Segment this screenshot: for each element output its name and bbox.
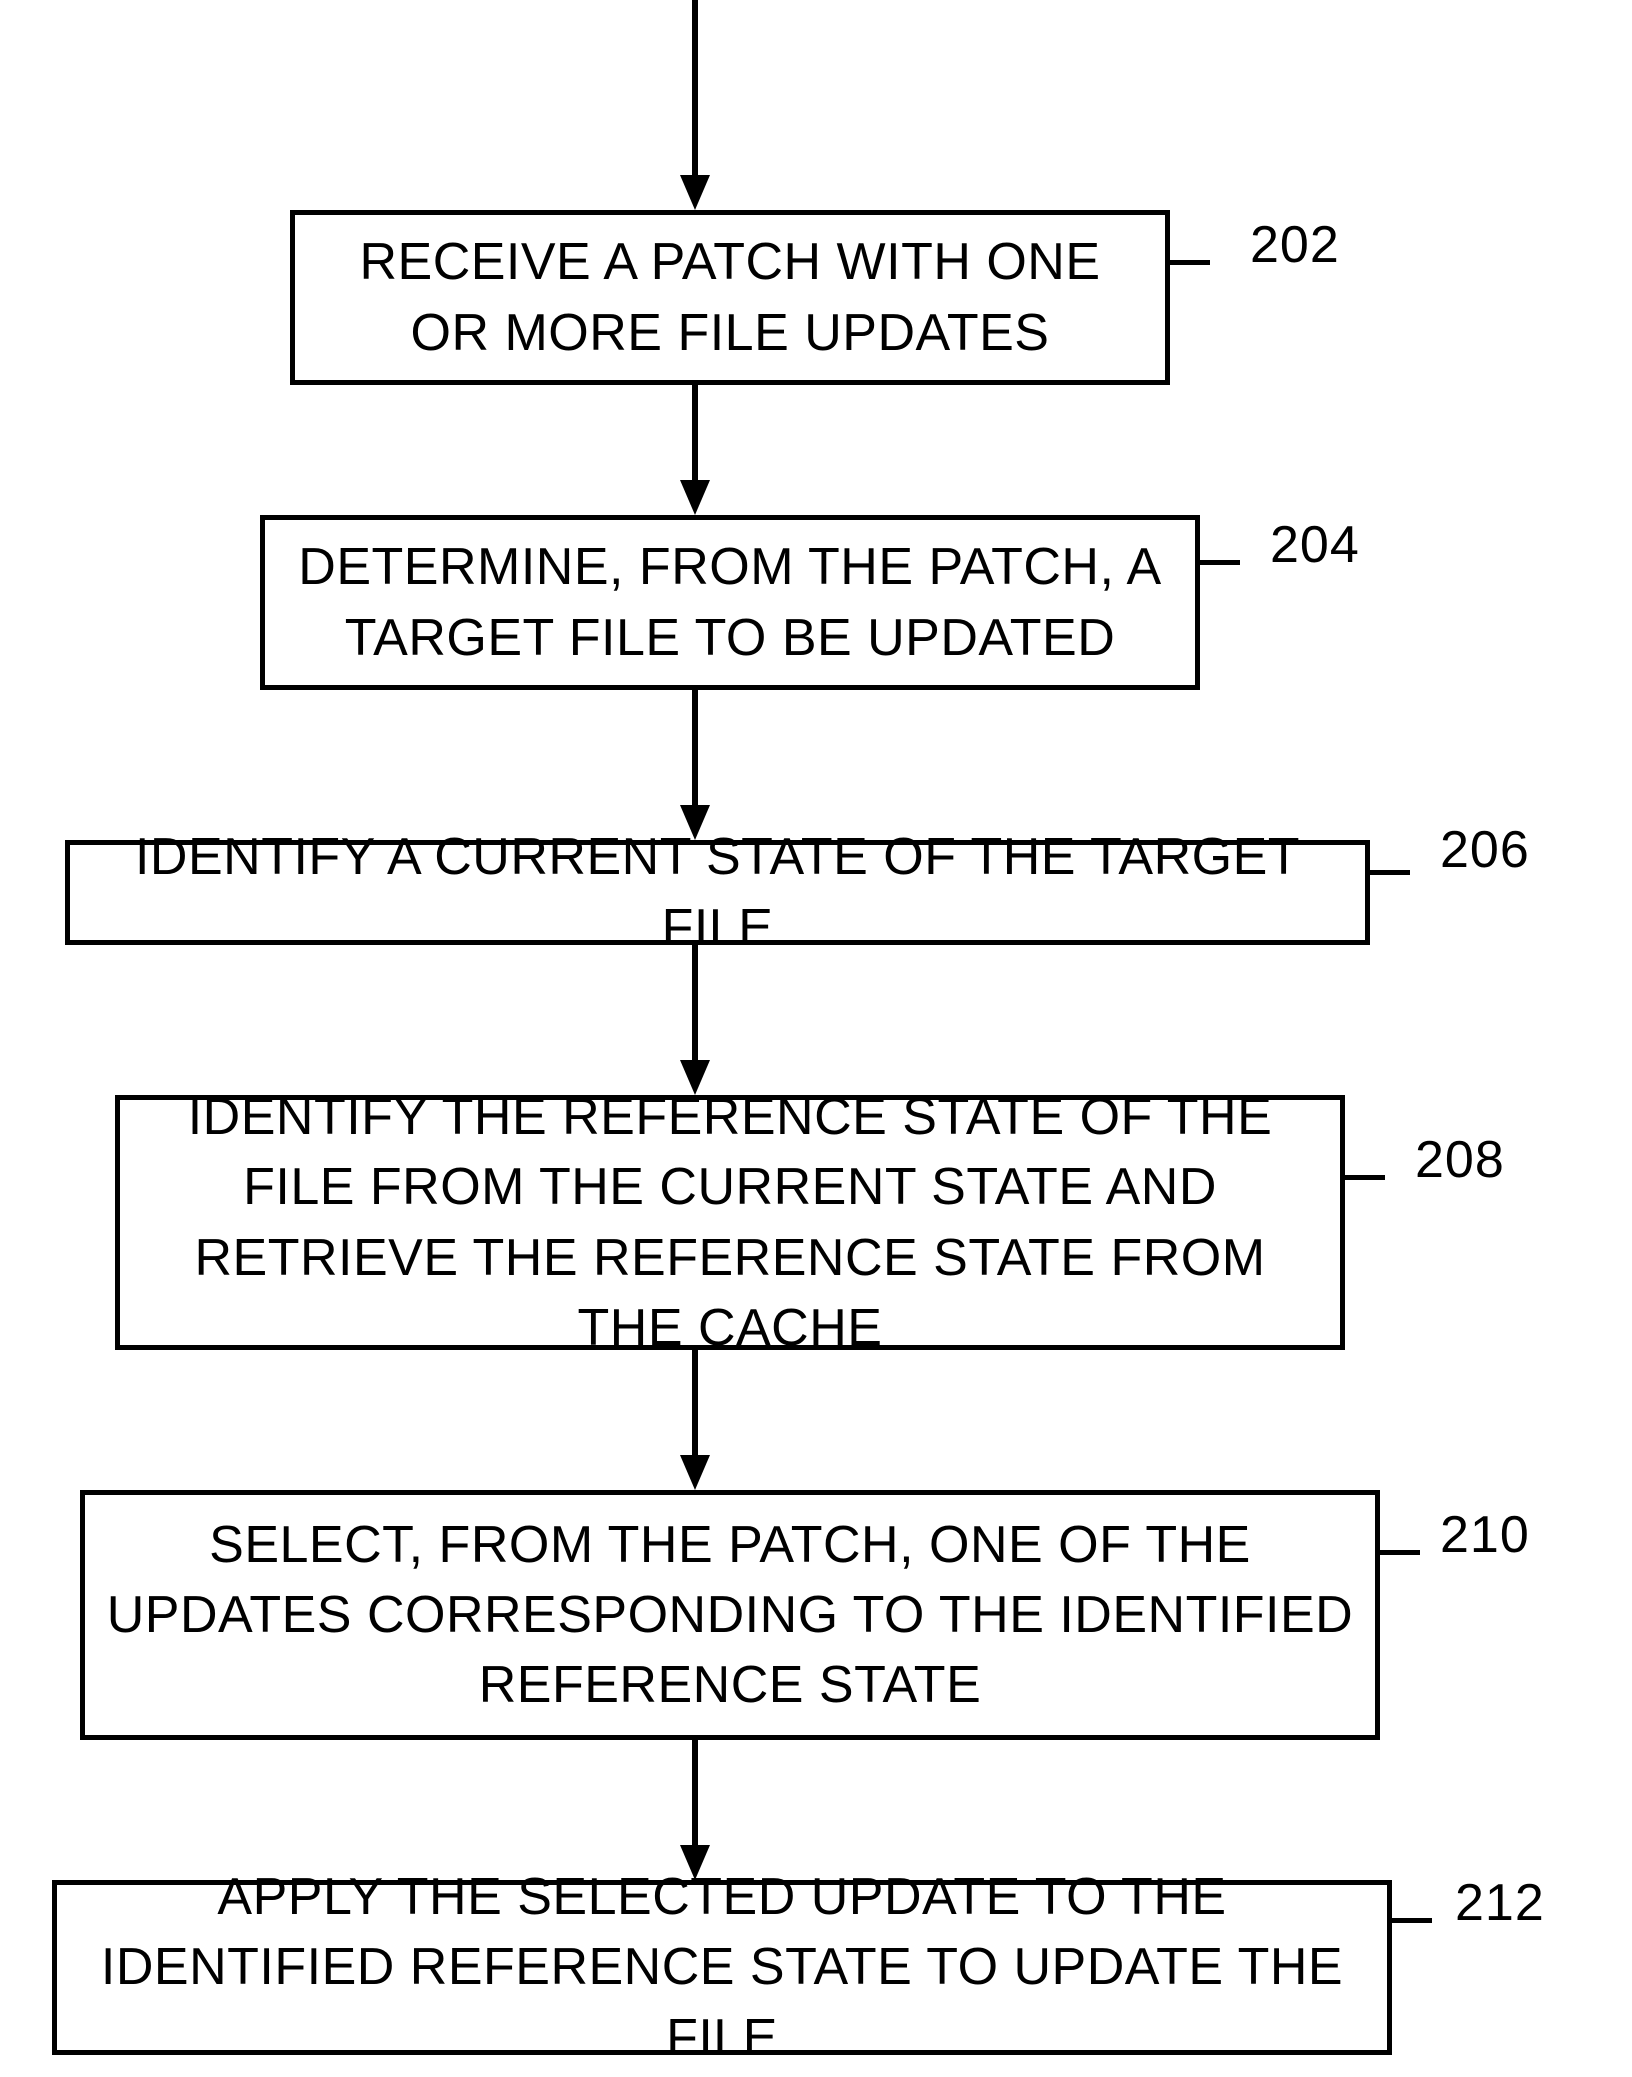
step-202: RECEIVE A PATCH WITH ONE OR MORE FILE UP…: [290, 210, 1170, 385]
step-206: IDENTIFY A CURRENT STATE OF THE TARGET F…: [65, 840, 1370, 945]
step-208-text: IDENTIFY THE REFERENCE STATE OF THE FILE…: [140, 1082, 1320, 1363]
step-204: DETERMINE, FROM THE PATCH, A TARGET FILE…: [260, 515, 1200, 690]
step-212-text: APPLY THE SELECTED UPDATE TO THE IDENTIF…: [77, 1862, 1367, 2073]
label-210: 210: [1440, 1505, 1530, 1565]
step-210: SELECT, FROM THE PATCH, ONE OF THE UPDAT…: [80, 1490, 1380, 1740]
label-208: 208: [1415, 1130, 1505, 1190]
arrow-start-202: [680, 0, 710, 210]
step-202-text: RECEIVE A PATCH WITH ONE OR MORE FILE UP…: [315, 227, 1145, 367]
flowchart-canvas: RECEIVE A PATCH WITH ONE OR MORE FILE UP…: [0, 0, 1632, 2077]
label-212: 212: [1455, 1873, 1545, 1933]
step-204-text: DETERMINE, FROM THE PATCH, A TARGET FILE…: [285, 532, 1175, 672]
arrow-202-204: [680, 385, 710, 515]
tick-208: [1345, 1175, 1385, 1180]
arrow-210-212: [680, 1740, 710, 1880]
arrow-208-210: [680, 1350, 710, 1490]
arrow-204-206: [680, 690, 710, 840]
label-204: 204: [1270, 515, 1360, 575]
label-206: 206: [1440, 820, 1530, 880]
step-210-text: SELECT, FROM THE PATCH, ONE OF THE UPDAT…: [105, 1510, 1355, 1721]
tick-206: [1370, 870, 1410, 875]
label-202: 202: [1250, 215, 1340, 275]
tick-210: [1380, 1550, 1420, 1555]
arrow-206-208: [680, 945, 710, 1095]
step-206-text: IDENTIFY A CURRENT STATE OF THE TARGET F…: [90, 822, 1345, 962]
tick-212: [1392, 1918, 1432, 1923]
tick-204: [1200, 560, 1240, 565]
step-212: APPLY THE SELECTED UPDATE TO THE IDENTIF…: [52, 1880, 1392, 2055]
tick-202: [1170, 260, 1210, 265]
step-208: IDENTIFY THE REFERENCE STATE OF THE FILE…: [115, 1095, 1345, 1350]
